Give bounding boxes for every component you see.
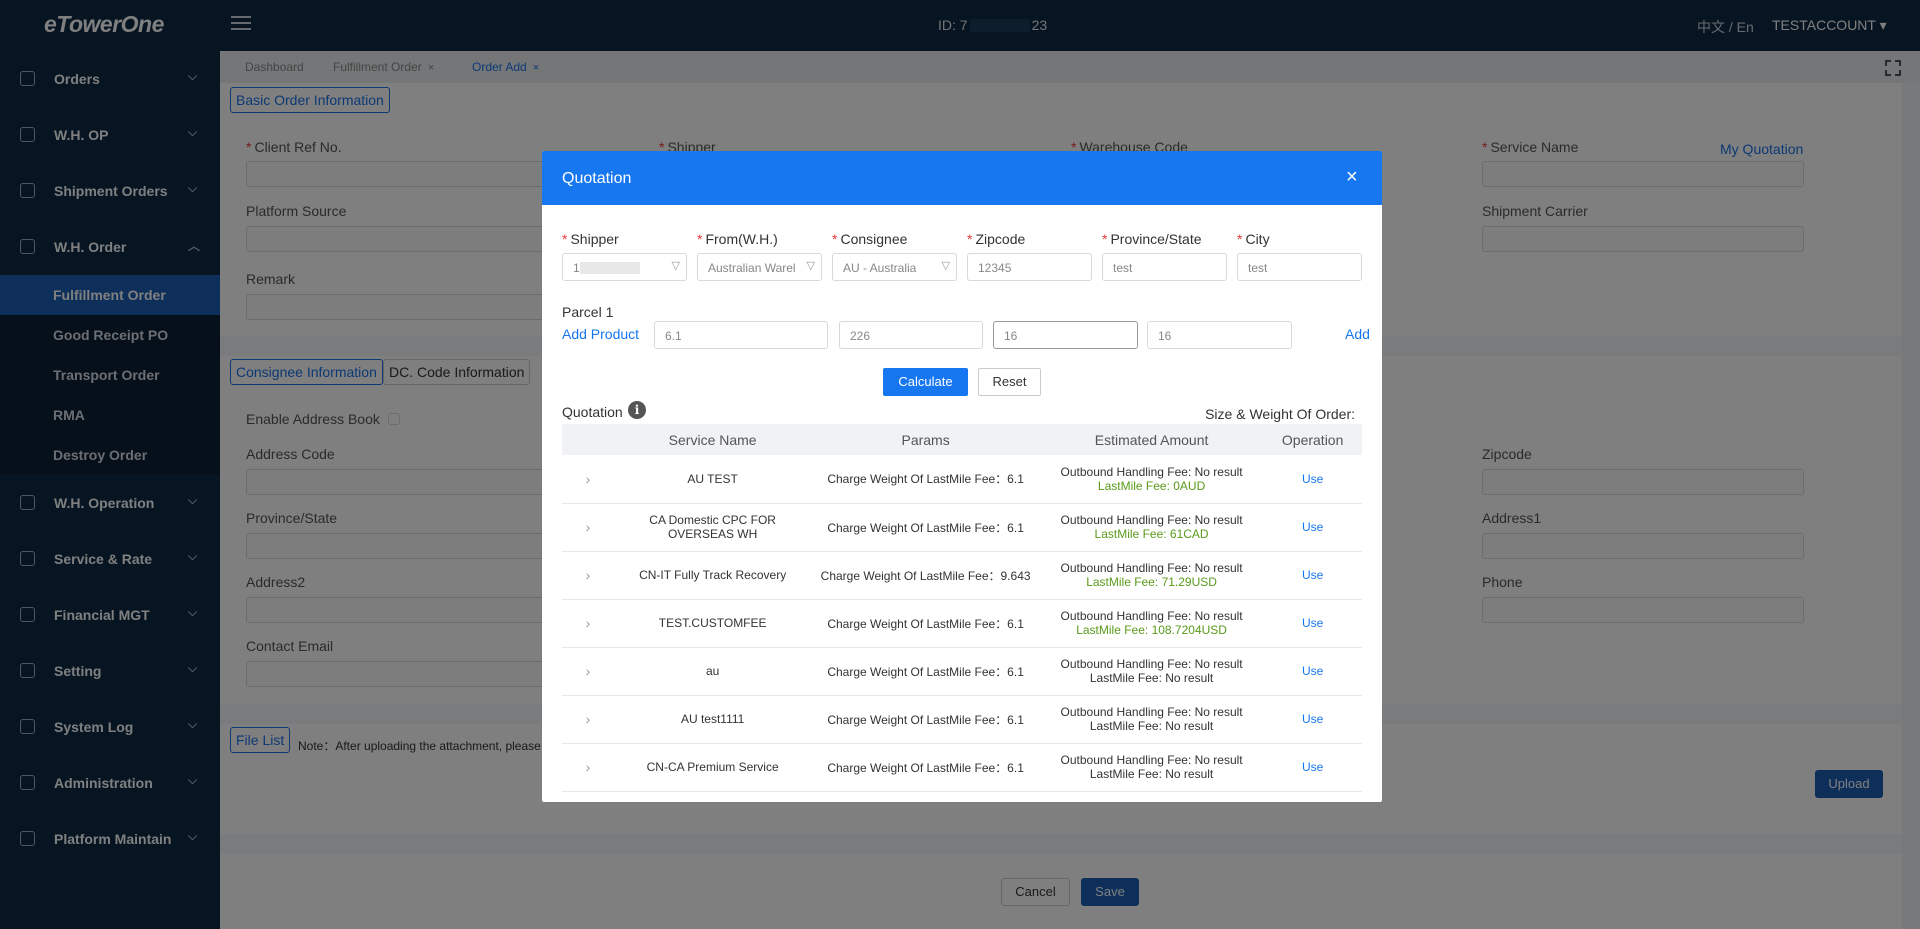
col-estimated-amount: Estimated Amount (1039, 424, 1264, 455)
use-button[interactable]: Use (1263, 599, 1362, 648)
modal-province-state-label: * Province/State (1102, 231, 1202, 247)
modal-consignee-select[interactable]: AU - Australia ▽ (832, 253, 957, 281)
add-product-link[interactable]: Add Product (562, 326, 639, 342)
use-button[interactable]: Use (1263, 551, 1362, 600)
info-icon[interactable]: i (628, 401, 646, 419)
chevron-down-icon: ▽ (671, 260, 680, 272)
parcel-weight-input[interactable]: 6.1 (654, 321, 828, 349)
add-parcel-link[interactable]: Add (1345, 326, 1370, 342)
col-params: Params (811, 424, 1040, 455)
table-row: › AU TEST Charge Weight Of LastMile Fee：… (562, 455, 1362, 504)
expand-chevron-icon[interactable]: › (562, 743, 614, 792)
modal-from-wh-select[interactable]: Australian Warel ▽ (697, 253, 822, 281)
modal-shipper-label: * Shipper (562, 231, 619, 247)
calculate-button[interactable]: Calculate (883, 368, 968, 396)
parcel-label: Parcel 1 (562, 304, 614, 320)
use-button[interactable]: Use (1263, 503, 1362, 552)
modal-shipper-select[interactable]: 1 ▽ (562, 253, 687, 281)
col-service-name: Service Name (613, 424, 812, 455)
table-row: › CA Domestic CPC FOR OVERSEAS WH Charge… (562, 503, 1362, 552)
table-row: › TEST.CUSTOMFEE Charge Weight Of LastMi… (562, 599, 1362, 648)
expand-chevron-icon[interactable]: › (562, 695, 614, 744)
parcel-height-input[interactable]: 16 (1147, 321, 1292, 349)
modal-zipcode-label: * Zipcode (967, 231, 1026, 247)
parcel-length-input[interactable]: 226 (839, 321, 983, 349)
modal-city-input[interactable]: test (1237, 253, 1362, 281)
parcel-width-input[interactable]: 16 (993, 321, 1138, 349)
expand-chevron-icon[interactable]: › (562, 455, 614, 504)
col-operation: Operation (1263, 424, 1362, 455)
modal-header: Quotation × (542, 151, 1382, 205)
expand-chevron-icon[interactable]: › (562, 551, 614, 600)
table-row: › au Charge Weight Of LastMile Fee：6.1 O… (562, 647, 1362, 696)
quotation-table: Service Name Params Estimated Amount Ope… (562, 424, 1362, 792)
use-button[interactable]: Use (1263, 695, 1362, 744)
use-button[interactable]: Use (1263, 647, 1362, 696)
close-icon[interactable]: × (1346, 166, 1358, 189)
expand-chevron-icon[interactable]: › (562, 503, 614, 552)
modal-province-state-input[interactable]: test (1102, 253, 1227, 281)
reset-button[interactable]: Reset (978, 368, 1041, 396)
chevron-down-icon: ▽ (806, 260, 815, 272)
modal-title: Quotation (562, 170, 632, 187)
modal-city-label: * City (1237, 231, 1270, 247)
modal-zipcode-input[interactable]: 12345 (967, 253, 1092, 281)
chevron-down-icon: ▽ (941, 260, 950, 272)
quotation-modal: Quotation × * Shipper * From(W.H.) * Consig… (542, 151, 1382, 802)
quotation-label: Quotation (562, 404, 623, 420)
table-row: › AU test1111 Charge Weight Of LastMile … (562, 695, 1362, 744)
modal-consignee-label: * Consignee (832, 231, 908, 247)
modal-from-wh-label: * From(W.H.) (697, 231, 778, 247)
table-row: › CN-CA Premium Service Charge Weight Of… (562, 743, 1362, 792)
use-button[interactable]: Use (1263, 743, 1362, 792)
expand-chevron-icon[interactable]: › (562, 599, 614, 648)
table-header-row: Service Name Params Estimated Amount Ope… (562, 424, 1362, 455)
use-button[interactable]: Use (1263, 455, 1362, 504)
expand-chevron-icon[interactable]: › (562, 647, 614, 696)
table-row: › CN-IT Fully Track Recovery Charge Weig… (562, 551, 1362, 600)
